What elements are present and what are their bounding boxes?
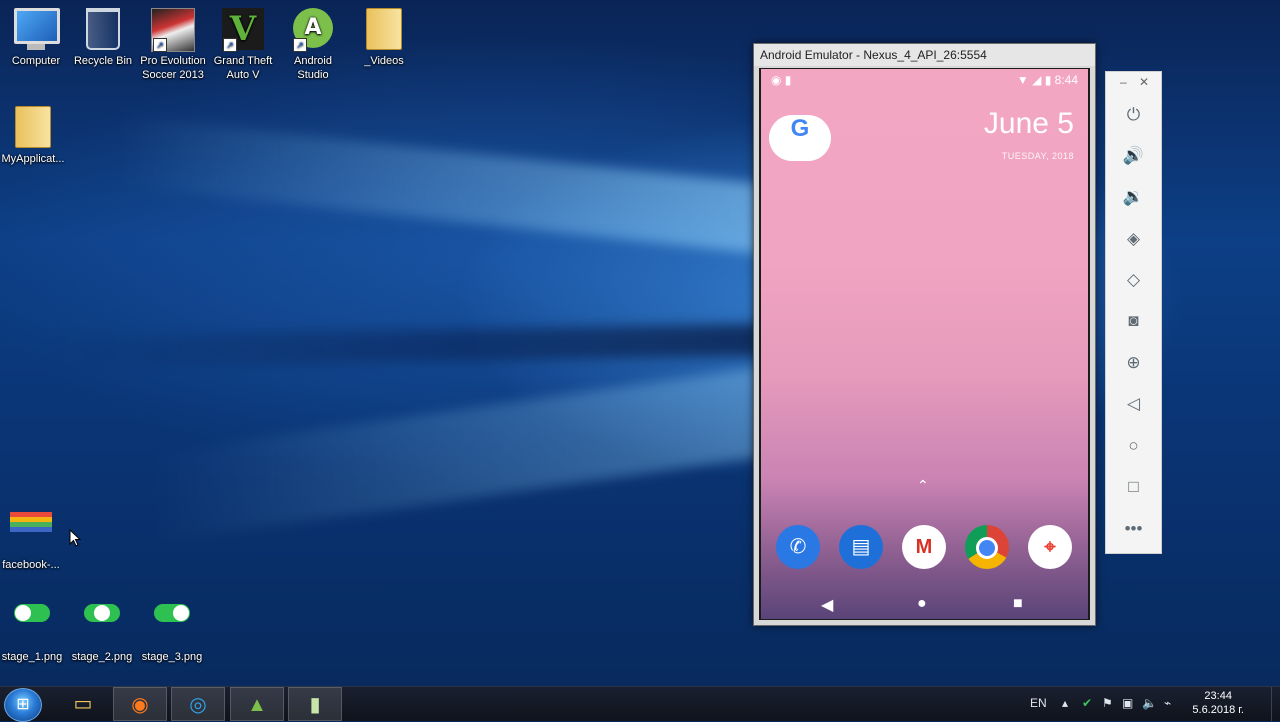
show-desktop-button[interactable] bbox=[1271, 687, 1280, 721]
emulator-window[interactable]: Android Emulator - Nexus_4_API_26:5554 ◉… bbox=[753, 43, 1096, 626]
show-hidden-icons-icon[interactable]: ▴ bbox=[1062, 696, 1068, 710]
start-button[interactable]: ⊞ bbox=[4, 688, 42, 722]
home-icon[interactable]: ● bbox=[917, 595, 927, 613]
desktop-icon-videos-folder[interactable]: _Videos bbox=[348, 4, 420, 68]
emulator-title: Android Emulator - Nexus_4_API_26:5554 bbox=[754, 44, 1095, 66]
toggle-image-icon bbox=[10, 604, 54, 648]
wallpaper-light-beam bbox=[120, 116, 760, 254]
notification-icons: ◉ ▮ bbox=[771, 73, 792, 87]
desktop-icon-label: facebook-... bbox=[2, 559, 60, 571]
status-time: 8:44 bbox=[1054, 73, 1078, 87]
status-icons: ▼ ◢ ▮ 8:44 bbox=[1017, 73, 1078, 87]
security-icon[interactable]: ✔ bbox=[1082, 696, 1092, 710]
overview-icon[interactable]: □ bbox=[1106, 470, 1161, 504]
volume-down-icon[interactable]: 🔉 bbox=[1106, 180, 1161, 214]
emulator-device-frame: ◉ ▮ ▼ ◢ ▮ 8:44 G June 5 TUESDAY, 2018 ⌃ … bbox=[759, 68, 1090, 620]
android-dock: ✆ ▤ M ⌖ bbox=[761, 507, 1088, 587]
firefox-icon[interactable]: ◉ bbox=[113, 687, 167, 721]
more-icon[interactable]: ••• bbox=[1106, 512, 1161, 546]
wallpaper-light-beam bbox=[150, 367, 760, 543]
rotate-right-icon[interactable]: ◇ bbox=[1106, 263, 1161, 297]
folder-icon bbox=[11, 106, 55, 150]
clock-time: 23:44 bbox=[1204, 690, 1232, 702]
taskbar: ⊞ ▭ ◉ ◎ ▲ ▮ EN ▴ ✔ ⚑ ▣ 🔈 ⌁ 23:44 5.6.201… bbox=[0, 686, 1280, 722]
date-widget[interactable]: June 5 bbox=[984, 107, 1074, 141]
gmail-app-icon[interactable]: M bbox=[902, 525, 946, 569]
desktop-icon-android-studio[interactable]: A ↗ Android Studio bbox=[277, 4, 349, 82]
system-tray: EN ▴ ✔ ⚑ ▣ 🔈 ⌁ 23:44 5.6.2018 г. bbox=[1020, 687, 1280, 721]
signal-icon: ◢ bbox=[1032, 73, 1042, 87]
android-nav-bar: ◀ ● ■ bbox=[761, 587, 1088, 619]
desktop-icon-label: stage_2.png bbox=[71, 651, 133, 663]
maps-app-icon[interactable]: ⌖ bbox=[1028, 525, 1072, 569]
back-icon[interactable]: ◁ bbox=[1106, 387, 1161, 421]
clock-date: 5.6.2018 г. bbox=[1192, 704, 1244, 716]
desktop-icon-label: Android Studio bbox=[294, 55, 332, 81]
desktop-icon-label: Pro Evolution Soccer 2013 bbox=[140, 55, 206, 81]
desktop-icon-facebook-image[interactable]: facebook-... bbox=[0, 504, 67, 572]
desktop-icon-stage-2[interactable]: stage_2.png bbox=[66, 592, 138, 664]
desktop-icon-label: Recycle Bin bbox=[73, 55, 133, 67]
language-indicator[interactable]: EN bbox=[1030, 696, 1047, 710]
desktop-icon-stage-1[interactable]: stage_1.png bbox=[0, 592, 68, 664]
google-logo: G bbox=[790, 115, 810, 142]
desktop-icon-computer[interactable]: Computer bbox=[0, 4, 72, 68]
android-studio-icon[interactable]: ▲ bbox=[230, 687, 284, 721]
emulator-toolbar: – ✕ ⏻ 🔊 🔉 ◈ ◇ ◙ ⊕ ◁ ○ □ ••• bbox=[1105, 71, 1162, 554]
desktop-icon-label: stage_1.png bbox=[1, 651, 63, 663]
power-plug-icon[interactable]: ⌁ bbox=[1164, 696, 1171, 710]
app-drawer-arrow-icon[interactable]: ⌃ bbox=[917, 477, 929, 494]
volume-icon[interactable]: 🔈 bbox=[1142, 696, 1157, 710]
edge-icon[interactable]: ◎ bbox=[171, 687, 225, 721]
desktop-icon-recycle-bin[interactable]: Recycle Bin bbox=[67, 4, 139, 68]
desktop-icon-myapplication-folder[interactable]: MyApplicat... bbox=[0, 102, 69, 166]
desktop-icon-label: stage_3.png bbox=[141, 651, 203, 663]
toggle-image-icon bbox=[150, 604, 194, 648]
desktop-icon-pes-2013[interactable]: ↗ Pro Evolution Soccer 2013 bbox=[137, 4, 209, 82]
close-icon[interactable]: ✕ bbox=[1139, 75, 1149, 89]
battery-icon: ▮ bbox=[1044, 73, 1052, 87]
home-icon[interactable]: ○ bbox=[1106, 429, 1161, 463]
mouse-cursor-icon bbox=[69, 529, 81, 547]
power-icon[interactable]: ⏻ bbox=[1106, 98, 1161, 132]
day-label: TUESDAY, 2018 bbox=[1001, 151, 1074, 161]
image-file-icon bbox=[9, 512, 53, 556]
desktop-icon-label: Computer bbox=[11, 55, 61, 67]
recents-icon[interactable]: ■ bbox=[1013, 595, 1023, 613]
windows-logo-icon: ⊞ bbox=[16, 696, 30, 713]
back-icon[interactable]: ◀ bbox=[821, 595, 833, 615]
camera-icon[interactable]: ◙ bbox=[1106, 304, 1161, 338]
network-icon[interactable]: ▣ bbox=[1122, 696, 1133, 710]
messages-app-icon[interactable]: ▤ bbox=[839, 525, 883, 569]
android-status-bar: ◉ ▮ ▼ ◢ ▮ 8:44 bbox=[761, 69, 1088, 91]
chrome-app-icon[interactable] bbox=[965, 525, 1009, 569]
desktop-icon-gta-v[interactable]: V ↗ Grand Theft Auto V bbox=[207, 4, 279, 82]
recycle-bin-icon bbox=[81, 8, 125, 52]
desktop-icon-label: _Videos bbox=[364, 55, 404, 67]
android-studio-icon: A ↗ bbox=[291, 8, 335, 52]
volume-up-icon[interactable]: 🔊 bbox=[1106, 139, 1161, 173]
computer-icon bbox=[14, 8, 60, 52]
gta-v-icon: V ↗ bbox=[221, 8, 265, 52]
wallpaper-shadow-band bbox=[40, 323, 760, 369]
file-explorer-icon[interactable]: ▭ bbox=[56, 687, 110, 721]
google-search-widget[interactable]: G bbox=[769, 115, 831, 161]
desktop-icon-label: Grand Theft Auto V bbox=[213, 55, 273, 81]
pes-2013-icon: ↗ bbox=[151, 8, 195, 52]
flag-icon[interactable]: ⚑ bbox=[1102, 696, 1113, 710]
zoom-icon[interactable]: ⊕ bbox=[1106, 346, 1161, 380]
toggle-image-icon bbox=[80, 604, 124, 648]
folder-icon bbox=[362, 8, 406, 52]
desktop-icon-label: MyApplicat... bbox=[1, 153, 65, 165]
android-home-screen[interactable]: ◉ ▮ ▼ ◢ ▮ 8:44 G June 5 TUESDAY, 2018 ⌃ … bbox=[761, 69, 1088, 619]
rotate-left-icon[interactable]: ◈ bbox=[1106, 222, 1161, 256]
desktop-icon-stage-3[interactable]: stage_3.png bbox=[136, 592, 208, 664]
wifi-icon: ▼ bbox=[1016, 73, 1029, 87]
emulator-icon[interactable]: ▮ bbox=[288, 687, 342, 721]
minimize-icon[interactable]: – bbox=[1120, 75, 1127, 89]
phone-app-icon[interactable]: ✆ bbox=[776, 525, 820, 569]
taskbar-clock[interactable]: 23:44 5.6.2018 г. bbox=[1192, 689, 1244, 717]
